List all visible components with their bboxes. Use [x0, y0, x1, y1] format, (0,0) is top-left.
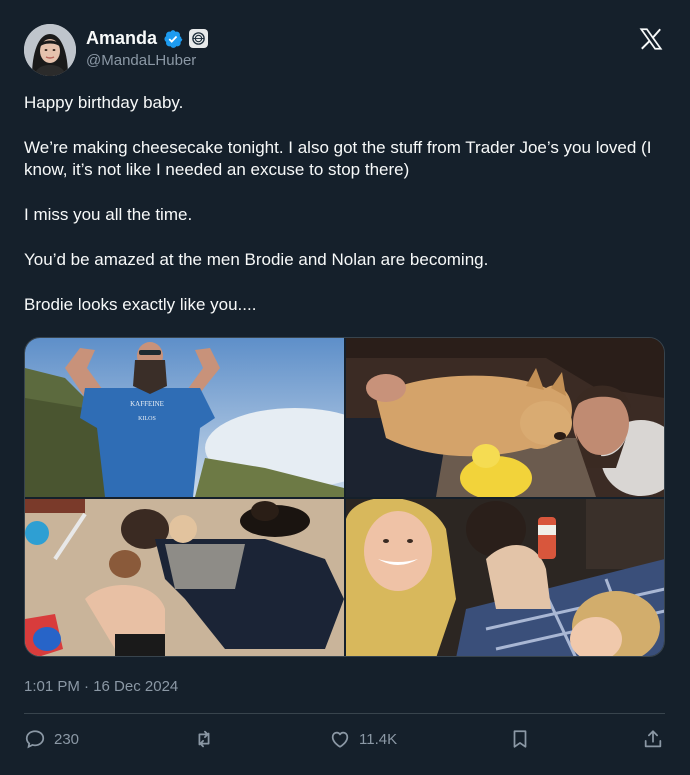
- tweet-timestamp[interactable]: 1:01 PM · 16 Dec 2024: [24, 678, 178, 695]
- like-count: 11.4K: [359, 730, 398, 748]
- tweet-paragraph: Brodie looks exactly like you....: [24, 295, 257, 314]
- retweet-icon: [198, 730, 210, 748]
- photo-man-flexing-on-mountain-icon: KAFFEINE KILOS: [25, 338, 344, 497]
- divider: [24, 713, 665, 714]
- tweet-paragraph: You’d be amazed at the men Brodie and No…: [24, 250, 489, 269]
- photo-man-with-dog-icon: [346, 338, 664, 497]
- tweet-text: Happy birthday baby. We’re making cheese…: [24, 92, 664, 316]
- bookmark-icon: [513, 730, 527, 748]
- photo-family-on-floor-icon: [25, 499, 344, 656]
- bookmark-button[interactable]: [509, 726, 531, 752]
- photo-man-with-dog[interactable]: [346, 338, 664, 497]
- tweet-paragraph: I miss you all the time.: [24, 205, 193, 224]
- reply-icon: [25, 730, 45, 749]
- like-icon: [331, 731, 349, 748]
- media-grid: KAFFEINE KILOS: [24, 337, 665, 657]
- avatar[interactable]: [24, 24, 76, 76]
- share-icon: [644, 730, 662, 748]
- photo-man-flexing[interactable]: KAFFEINE KILOS: [25, 338, 344, 497]
- photo-selfie-family[interactable]: [346, 499, 664, 656]
- verified-badge-icon: [164, 29, 183, 48]
- tweet-card: Amanda @MandaLHuber Happy birthday baby.…: [0, 0, 690, 775]
- author-name-row: Amanda: [86, 28, 209, 49]
- shirt-text-2: KILOS: [138, 416, 156, 422]
- tweet-paragraph: Happy birthday baby.: [24, 93, 184, 112]
- avatar-photo-icon: [24, 24, 76, 76]
- author-handle[interactable]: @MandaLHuber: [86, 52, 196, 69]
- photo-selfie-family-icon: [346, 499, 664, 656]
- like-button[interactable]: 11.4K: [329, 726, 397, 752]
- author-display-name[interactable]: Amanda: [86, 28, 157, 49]
- tweet-paragraph: We’re making cheesecake tonight. I also …: [24, 138, 652, 179]
- x-logo-icon[interactable]: [638, 26, 664, 52]
- affiliation-badge-icon[interactable]: [189, 29, 209, 48]
- reply-button[interactable]: 230: [24, 726, 79, 752]
- reply-count: 230: [54, 730, 80, 748]
- photo-family-on-floor[interactable]: [25, 499, 344, 656]
- shirt-text-1: KAFFEINE: [130, 400, 164, 408]
- retweet-button[interactable]: [193, 726, 223, 752]
- share-button[interactable]: [642, 726, 664, 752]
